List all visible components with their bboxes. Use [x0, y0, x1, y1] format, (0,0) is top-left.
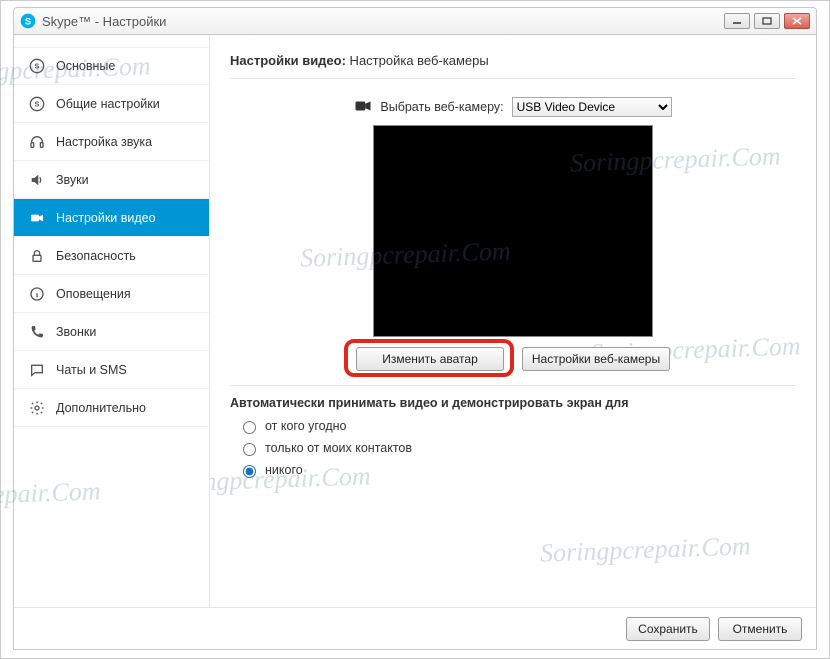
sidebar: S Основные S Общие настройки Настройка з… [14, 35, 209, 607]
phone-icon [28, 323, 46, 341]
lock-icon [28, 247, 46, 265]
button-label: Отменить [733, 622, 788, 636]
svg-text:S: S [35, 99, 40, 108]
radio-contacts[interactable]: только от моих контактов [238, 440, 796, 456]
button-label: Изменить аватар [382, 352, 478, 366]
camera-icon [28, 209, 46, 227]
titlebar: S Skype™ - Настройки [13, 7, 817, 35]
sidebar-item-sound-settings[interactable]: Настройка звука [14, 123, 209, 161]
button-label: Настройки веб-камеры [532, 352, 660, 366]
radio-input[interactable] [243, 443, 256, 456]
radio-nobody[interactable]: никого [238, 462, 796, 478]
skype-icon: S [28, 57, 46, 75]
footer: Сохранить Отменить [14, 607, 816, 649]
sidebar-item-label: Звуки [56, 173, 89, 187]
minimize-button[interactable] [724, 13, 750, 29]
select-camera-label: Выбрать веб-камеру: [380, 100, 503, 114]
radio-label: только от моих контактов [265, 441, 412, 455]
main-panel: Soringpcrepair.Com Soringpcrepair.Com So… [209, 35, 816, 607]
headset-icon [28, 133, 46, 151]
chat-icon [28, 361, 46, 379]
skype-icon: S [28, 95, 46, 113]
sidebar-item-calls[interactable]: Звонки [14, 313, 209, 351]
camera-preview [373, 125, 653, 337]
radio-input[interactable] [243, 465, 256, 478]
sidebar-item-label: Общие настройки [56, 97, 160, 111]
sidebar-item-main[interactable]: S Основные [14, 47, 209, 85]
radio-label: никого [265, 463, 303, 477]
save-button[interactable]: Сохранить [626, 617, 710, 641]
svg-text:S: S [35, 62, 40, 71]
radio-label: от кого угодно [265, 419, 347, 433]
gear-icon [28, 399, 46, 417]
sidebar-item-sounds[interactable]: Звуки [14, 161, 209, 199]
breadcrumb: Настройки видео: Настройка веб-камеры [230, 53, 796, 68]
close-button[interactable] [784, 13, 810, 29]
sidebar-item-label: Дополнительно [56, 401, 146, 415]
sidebar-item-label: Оповещения [56, 287, 131, 301]
watermark: Soringpcrepair.Com [540, 531, 752, 568]
sidebar-item-label: Настройки видео [56, 211, 156, 225]
breadcrumb-page: Настройка веб-камеры [346, 53, 489, 68]
svg-text:S: S [25, 16, 31, 26]
button-label: Сохранить [638, 622, 698, 636]
breadcrumb-section: Настройки видео: [230, 53, 346, 68]
auto-accept-label: Автоматически принимать видео и демонстр… [230, 396, 796, 410]
sidebar-item-label: Чаты и SMS [56, 363, 127, 377]
sidebar-item-label: Звонки [56, 325, 96, 339]
sidebar-item-general[interactable]: S Общие настройки [14, 85, 209, 123]
change-avatar-button[interactable]: Изменить аватар [356, 347, 504, 371]
sidebar-item-label: Основные [56, 59, 115, 73]
auto-accept-radios: от кого угодно только от моих контактов … [230, 418, 796, 478]
info-icon [28, 285, 46, 303]
sidebar-item-security[interactable]: Безопасность [14, 237, 209, 275]
radio-anyone[interactable]: от кого угодно [238, 418, 796, 434]
window-title: Skype™ - Настройки [42, 14, 166, 29]
maximize-button[interactable] [754, 13, 780, 29]
sidebar-item-label: Настройка звука [56, 135, 152, 149]
sidebar-item-video[interactable]: Настройки видео [14, 199, 209, 237]
radio-input[interactable] [243, 421, 256, 434]
webcam-settings-button[interactable]: Настройки веб-камеры [522, 347, 670, 371]
sidebar-item-advanced[interactable]: Дополнительно [14, 389, 209, 427]
camera-select[interactable]: USB Video Device [512, 97, 672, 117]
sidebar-item-label: Безопасность [56, 249, 136, 263]
cancel-button[interactable]: Отменить [718, 617, 802, 641]
sidebar-item-notifications[interactable]: Оповещения [14, 275, 209, 313]
camera-icon [354, 100, 372, 114]
divider [230, 78, 796, 79]
skype-icon: S [20, 13, 36, 29]
sidebar-item-chats[interactable]: Чаты и SMS [14, 351, 209, 389]
divider [230, 385, 796, 386]
speaker-icon [28, 171, 46, 189]
